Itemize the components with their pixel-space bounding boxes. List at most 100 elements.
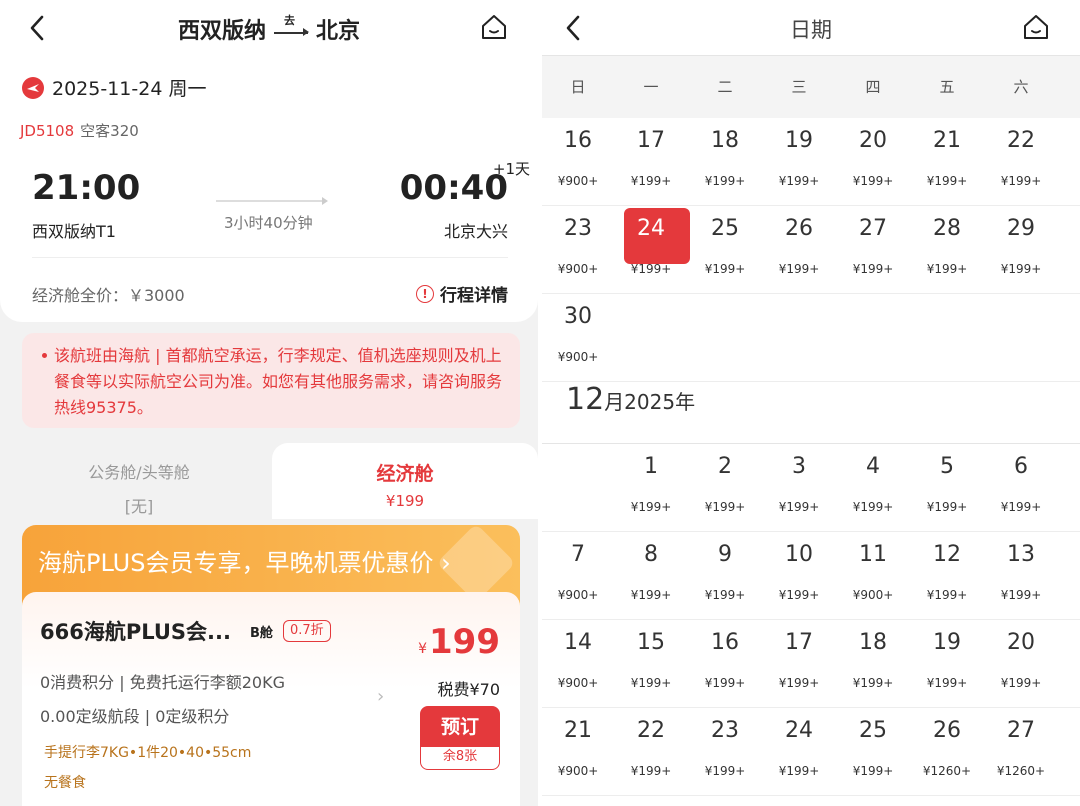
- day-number: 25: [859, 718, 887, 743]
- calendar-day[interactable]: 10 ¥199+: [762, 532, 836, 619]
- calendar-day[interactable]: 4 ¥199+: [836, 444, 910, 531]
- aircraft-type: 空客320: [80, 122, 139, 140]
- flight-date-row: 2025-11-24 周一: [22, 74, 206, 101]
- calendar-day[interactable]: 18 ¥199+: [688, 118, 762, 205]
- calendar-day[interactable]: 18 ¥199+: [836, 620, 910, 707]
- december-calendar-grid: 1 ¥199+ 2 ¥199+ 3 ¥199+ 4 ¥199+ 5 ¥199+ 6 ¥199+ 7 ¥90…: [542, 444, 1080, 796]
- calendar-day[interactable]: 22 ¥199+: [614, 708, 688, 795]
- calendar-day[interactable]: 17 ¥199+: [762, 620, 836, 707]
- home-button[interactable]: [1020, 10, 1052, 44]
- route-arrow-icon: 去: [272, 14, 310, 44]
- calendar-day[interactable]: 29 ¥199+: [984, 206, 1058, 293]
- calendar-day[interactable]: 15 ¥199+: [614, 620, 688, 707]
- calendar-day[interactable]: 16 ¥199+: [688, 620, 762, 707]
- calendar-day[interactable]: 9 ¥199+: [688, 532, 762, 619]
- calendar-week-row: 7 ¥900+ 8 ¥199+ 9 ¥199+ 10 ¥199+ 11 ¥900+ 12 ¥199+ 1…: [542, 532, 1080, 620]
- fare-product-card[interactable]: 666海航PLUS会... B舱 0.7折 0消费积分 | 免费托运行李额20K…: [22, 592, 520, 806]
- calendar-day[interactable]: 13 ¥199+: [984, 532, 1058, 619]
- cabin-class: B舱: [250, 626, 273, 641]
- calendar-day-empty: [910, 294, 984, 381]
- trip-detail-link[interactable]: ! 行程详情: [416, 281, 508, 306]
- day-price: ¥199+: [1000, 174, 1042, 188]
- calendar-day[interactable]: 14 ¥900+: [542, 620, 614, 707]
- page-title: 日期: [790, 18, 832, 42]
- day-price: ¥199+: [1000, 262, 1042, 276]
- calendar-day[interactable]: 19 ¥199+: [910, 620, 984, 707]
- calendar-day[interactable]: 21 ¥900+: [542, 708, 614, 795]
- calendar-day[interactable]: 21 ¥199+: [910, 118, 984, 205]
- bullet-icon: [42, 353, 47, 358]
- calendar-day[interactable]: 25 ¥199+: [836, 708, 910, 795]
- info-icon: !: [416, 284, 434, 303]
- origin-city: 西双版纳: [177, 19, 266, 44]
- tab-business[interactable]: 公务舱/头等舱 [无]: [6, 443, 272, 519]
- calendar-day[interactable]: 22 ¥199+: [984, 118, 1058, 205]
- calendar-day[interactable]: 26 ¥1260+: [910, 708, 984, 795]
- day-number: 24: [785, 718, 813, 743]
- calendar-day[interactable]: 24 ¥199+: [762, 708, 836, 795]
- day-price: ¥900+: [852, 588, 894, 602]
- day-price: ¥199+: [852, 764, 894, 778]
- day-price: ¥199+: [926, 588, 968, 602]
- weekday-header: 日一二三四五六: [542, 56, 1080, 118]
- calendar-day[interactable]: 20 ¥199+: [836, 118, 910, 205]
- day-price: ¥199+: [704, 588, 746, 602]
- day-number: 18: [859, 630, 887, 655]
- calendar-day-empty: [984, 294, 1058, 381]
- calendar-day[interactable]: 25 ¥199+: [688, 206, 762, 293]
- calendar-day[interactable]: 26 ¥199+: [762, 206, 836, 293]
- day-number: 23: [564, 216, 592, 241]
- calendar-day[interactable]: 12 ¥199+: [910, 532, 984, 619]
- day-number: 14: [564, 630, 592, 655]
- calendar-day[interactable]: 6 ¥199+: [984, 444, 1058, 531]
- calendar-day[interactable]: 28 ¥199+: [910, 206, 984, 293]
- calendar-day[interactable]: 2 ¥199+: [688, 444, 762, 531]
- day-price: ¥900+: [557, 262, 599, 276]
- calendar-day[interactable]: 5 ¥199+: [910, 444, 984, 531]
- day-number: 22: [637, 718, 665, 743]
- flight-card: 西双版纳 去 北京 2025-11-24 周一 JD5108 空客320 21:0…: [0, 0, 538, 322]
- calendar-day[interactable]: 27 ¥1260+: [984, 708, 1058, 795]
- duration-arrow: [216, 197, 328, 205]
- day-price: ¥199+: [778, 764, 820, 778]
- day-price: ¥199+: [630, 764, 672, 778]
- calendar-day[interactable]: 1 ¥199+: [614, 444, 688, 531]
- day-price: ¥199+: [926, 174, 968, 188]
- weekday-label: 一: [643, 78, 659, 96]
- calendar-day[interactable]: 23 ¥900+: [542, 206, 614, 293]
- day-number: 5: [940, 454, 954, 479]
- day-number: 21: [933, 128, 961, 153]
- calendar-day-selected[interactable]: 24 ¥199+: [614, 206, 690, 293]
- calendar-day[interactable]: 19 ¥199+: [762, 118, 836, 205]
- route-title: 西双版纳 去 北京: [0, 12, 538, 46]
- calendar-day[interactable]: 17 ¥199+: [614, 118, 688, 205]
- calendar-day[interactable]: 8 ¥199+: [614, 532, 688, 619]
- day-price: ¥199+: [852, 676, 894, 690]
- day-number: 11: [859, 542, 887, 567]
- flight-date: 2025-11-24 周一: [52, 78, 207, 100]
- chevron-right-icon[interactable]: ›: [377, 686, 384, 707]
- book-button[interactable]: 预订 余8张: [420, 706, 500, 770]
- day-price: ¥199+: [630, 174, 672, 188]
- calendar-day-empty: [762, 294, 836, 381]
- calendar-day[interactable]: 11 ¥900+: [836, 532, 910, 619]
- calendar-day[interactable]: 30 ¥900+: [542, 294, 614, 381]
- calendar-day[interactable]: 7 ¥900+: [542, 532, 614, 619]
- day-price: ¥199+: [630, 676, 672, 690]
- calendar-day[interactable]: 27 ¥199+: [836, 206, 910, 293]
- calendar-day[interactable]: 20 ¥199+: [984, 620, 1058, 707]
- home-button[interactable]: [478, 10, 510, 44]
- tax-fee: 税费¥70: [437, 680, 500, 699]
- fare-price: ¥199: [418, 622, 500, 662]
- economy-full-price: 经济舱全价：￥3000: [32, 286, 185, 305]
- calendar-day[interactable]: 3 ¥199+: [762, 444, 836, 531]
- day-number: 24: [637, 216, 665, 241]
- day-price: ¥199+: [778, 174, 820, 188]
- day-price: ¥199+: [630, 262, 672, 276]
- calendar-day[interactable]: 23 ¥199+: [688, 708, 762, 795]
- calendar-day[interactable]: 16 ¥900+: [542, 118, 614, 205]
- flight-duration: 3小时40分钟: [224, 214, 313, 232]
- tab-economy[interactable]: 经济舱 ¥199: [272, 443, 538, 519]
- arrival-airport: 北京大兴: [443, 222, 508, 241]
- day-price: ¥900+: [557, 764, 599, 778]
